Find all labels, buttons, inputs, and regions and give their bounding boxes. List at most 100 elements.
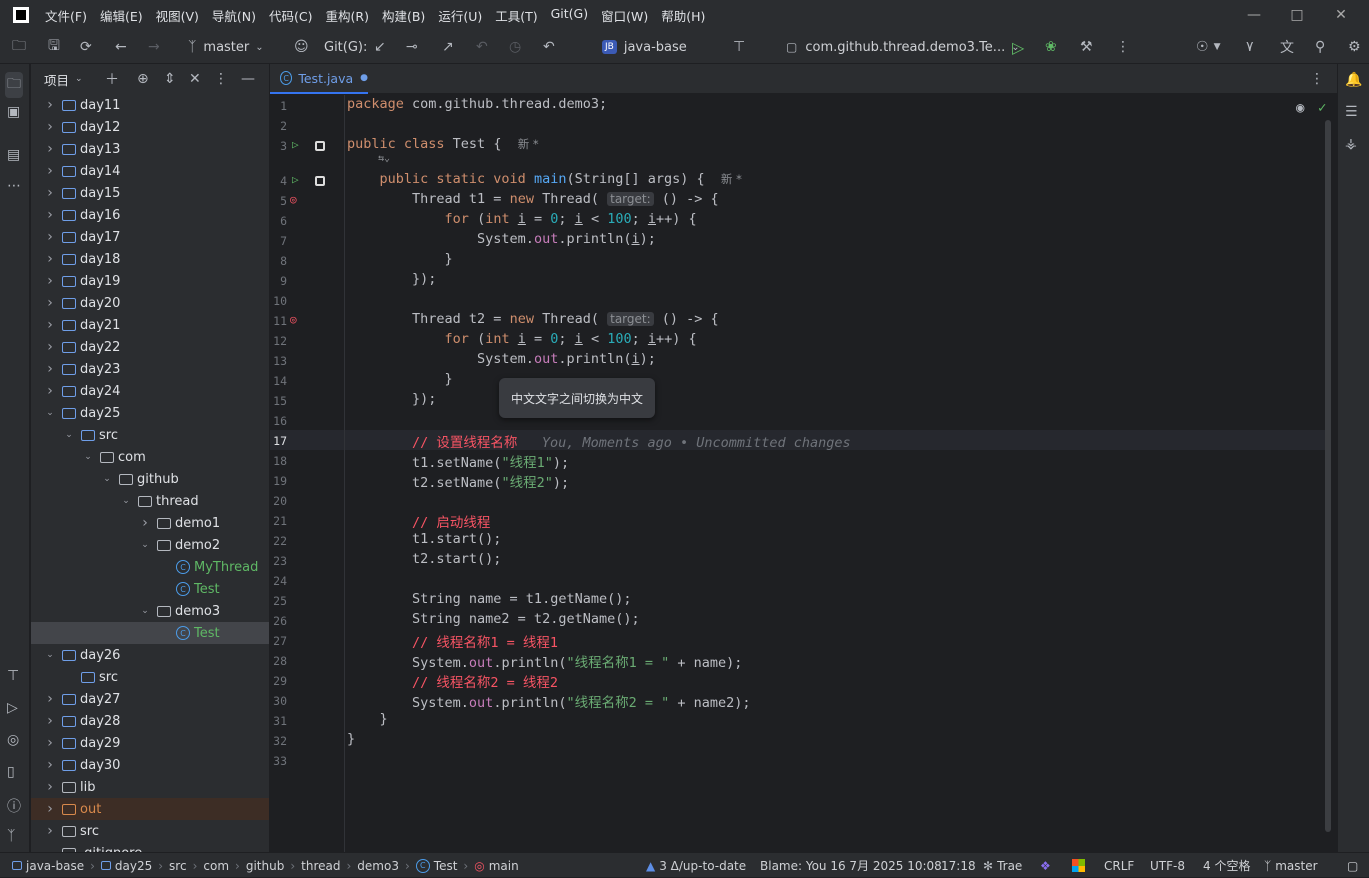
chevron-right-icon[interactable]: › <box>44 317 56 333</box>
code-editor[interactable]: 1 2 3 4 5 6 7 8 9 10 11 12 13 14 15 16 17 18 19 20 21 22 23 24 2… <box>270 95 1337 852</box>
tree-item[interactable]: › day18 <box>31 248 269 270</box>
tree-item[interactable]: › day15 <box>31 182 269 204</box>
chevron-right-icon[interactable]: › <box>44 823 56 839</box>
intellij-logo-icon[interactable] <box>13 7 29 23</box>
ai-assistant-icon[interactable]: ☉ ▼ <box>1196 30 1220 64</box>
chevron-right-icon[interactable]: › <box>44 295 56 311</box>
chevron-right-icon[interactable]: › <box>44 141 56 157</box>
project-tool-icon[interactable]: 🗀 <box>5 72 23 98</box>
git-merge-icon[interactable]: ↶ <box>476 30 488 64</box>
project-panel-title[interactable]: 项目 <box>44 70 69 89</box>
chevron-right-icon[interactable]: › <box>44 383 56 399</box>
run-icon[interactable]: ▷ <box>1012 30 1024 64</box>
chevron-right-icon[interactable]: › <box>139 515 151 531</box>
line-number[interactable]: 12 <box>270 334 287 348</box>
build-tool-window-icon[interactable]: ⊤ <box>7 668 19 684</box>
line-number[interactable]: 7 <box>270 234 287 248</box>
line-number[interactable]: 25 <box>270 594 287 608</box>
line-number[interactable]: 19 <box>270 474 287 488</box>
tree-item[interactable]: › day28 <box>31 710 269 732</box>
database-icon[interactable]: ⚶ <box>1345 136 1357 152</box>
tree-item[interactable]: › day16 <box>31 204 269 226</box>
user-icon[interactable]: ☺ <box>294 30 309 64</box>
tree-item[interactable]: ⌄ demo3 <box>31 600 269 622</box>
build-tool-icon[interactable]: ⊤ <box>733 30 745 64</box>
breadcrumb-item[interactable]: github <box>246 859 284 873</box>
line-number[interactable]: 31 <box>270 714 287 728</box>
chevron-down-icon[interactable]: ⌄ <box>63 430 75 440</box>
history-icon[interactable]: ◷ <box>509 30 521 64</box>
tree-item[interactable]: ⌄ day25 <box>31 402 269 424</box>
code-line[interactable]: // 启动线程 <box>347 511 490 531</box>
menu-item[interactable]: 视图(V) <box>156 6 199 25</box>
back-icon[interactable]: ← <box>115 30 127 64</box>
tab-options-icon[interactable]: ⋮ <box>1310 71 1324 87</box>
add-icon[interactable]: ＋ <box>105 69 119 89</box>
code-line[interactable]: t2.start(); <box>347 551 501 567</box>
line-number[interactable]: 13 <box>270 354 287 368</box>
code-line[interactable]: String name2 = t2.getName(); <box>347 611 640 627</box>
code-line[interactable]: } <box>347 371 453 387</box>
code-line[interactable]: String name = t1.getName(); <box>347 591 631 607</box>
tree-item[interactable]: .gitignore <box>31 842 269 852</box>
tree-item[interactable]: ⌄ src <box>31 424 269 446</box>
line-number[interactable]: 15 <box>270 394 287 408</box>
breadcrumb-item[interactable]: demo3 <box>357 859 399 873</box>
chevron-right-icon[interactable]: › <box>44 251 56 267</box>
code-line[interactable]: } <box>347 731 355 747</box>
line-number[interactable]: 17 <box>270 434 287 448</box>
menu-item[interactable]: 帮助(H) <box>661 6 705 25</box>
tree-item[interactable]: › day22 <box>31 336 269 358</box>
reader-mode-icon[interactable]: ◉ <box>1296 100 1304 116</box>
code-with-me-icon[interactable]: ٧ <box>1246 30 1254 64</box>
chevron-right-icon[interactable]: › <box>44 735 56 751</box>
tree-item[interactable]: › day27 <box>31 688 269 710</box>
chevron-right-icon[interactable]: › <box>44 713 56 729</box>
chevron-down-icon[interactable]: ⌄ <box>44 408 56 418</box>
indent-setting[interactable]: 4 个空格 <box>1203 853 1250 878</box>
git-branch-status[interactable]: ᛉ master <box>1264 853 1318 878</box>
tree-item[interactable]: › day11 <box>31 94 269 116</box>
git-commit-icon[interactable]: ⊸ <box>406 30 418 64</box>
tree-item[interactable]: src <box>31 666 269 688</box>
git-tool-icon[interactable]: ᛉ <box>7 828 15 844</box>
line-number[interactable]: 3 <box>270 139 287 153</box>
menu-item[interactable]: 重构(R) <box>326 6 369 25</box>
tree-item[interactable]: › demo1 <box>31 512 269 534</box>
tree-item[interactable]: ⌄ github <box>31 468 269 490</box>
chevron-down-icon[interactable]: ⌄ <box>139 540 151 550</box>
line-number[interactable]: 2 <box>270 119 287 133</box>
tree-item[interactable]: › day20 <box>31 292 269 314</box>
copilot-icon[interactable]: ❖ <box>1040 853 1051 878</box>
chevron-down-icon[interactable]: ⌄ <box>44 650 56 660</box>
line-number[interactable]: 4 <box>270 174 287 188</box>
line-number[interactable]: 14 <box>270 374 287 388</box>
chevron-down-icon[interactable]: ⌄ <box>75 74 83 84</box>
run-gutter-icon[interactable]: ▷ <box>292 173 304 186</box>
chevron-right-icon[interactable]: › <box>44 97 56 113</box>
problems-icon[interactable]: ⓘ <box>7 796 21 816</box>
locate-icon[interactable]: ⊕ <box>137 71 149 87</box>
trae-widget[interactable]: ✻ Trae <box>983 853 1022 878</box>
line-number[interactable]: 33 <box>270 754 287 768</box>
vcs-status[interactable]: ▲ 3 Δ/up-to-date <box>646 853 746 878</box>
chevron-right-icon[interactable]: › <box>44 229 56 245</box>
stop-gutter-icon[interactable] <box>315 176 325 186</box>
line-number[interactable]: 23 <box>270 554 287 568</box>
save-icon[interactable]: 🖫 <box>48 30 60 64</box>
line-number[interactable]: 28 <box>270 654 287 668</box>
line-number[interactable]: 1 <box>270 99 287 113</box>
terminal-icon[interactable]: ▯ <box>7 764 15 780</box>
code-line[interactable]: } <box>347 251 453 267</box>
tree-item[interactable]: › day12 <box>31 116 269 138</box>
tree-item[interactable]: › day19 <box>31 270 269 292</box>
hide-panel-icon[interactable]: — <box>241 71 255 87</box>
line-number[interactable]: 20 <box>270 494 287 508</box>
more-icon[interactable]: ⋮ <box>1116 30 1130 64</box>
chevron-right-icon[interactable]: › <box>44 801 56 817</box>
line-number[interactable]: 24 <box>270 574 287 588</box>
menu-item[interactable]: 运行(U) <box>438 6 482 25</box>
chevron-right-icon[interactable]: › <box>44 273 56 289</box>
chevron-right-icon[interactable]: › <box>44 163 56 179</box>
sync-icon[interactable]: ⟳ <box>80 30 92 64</box>
